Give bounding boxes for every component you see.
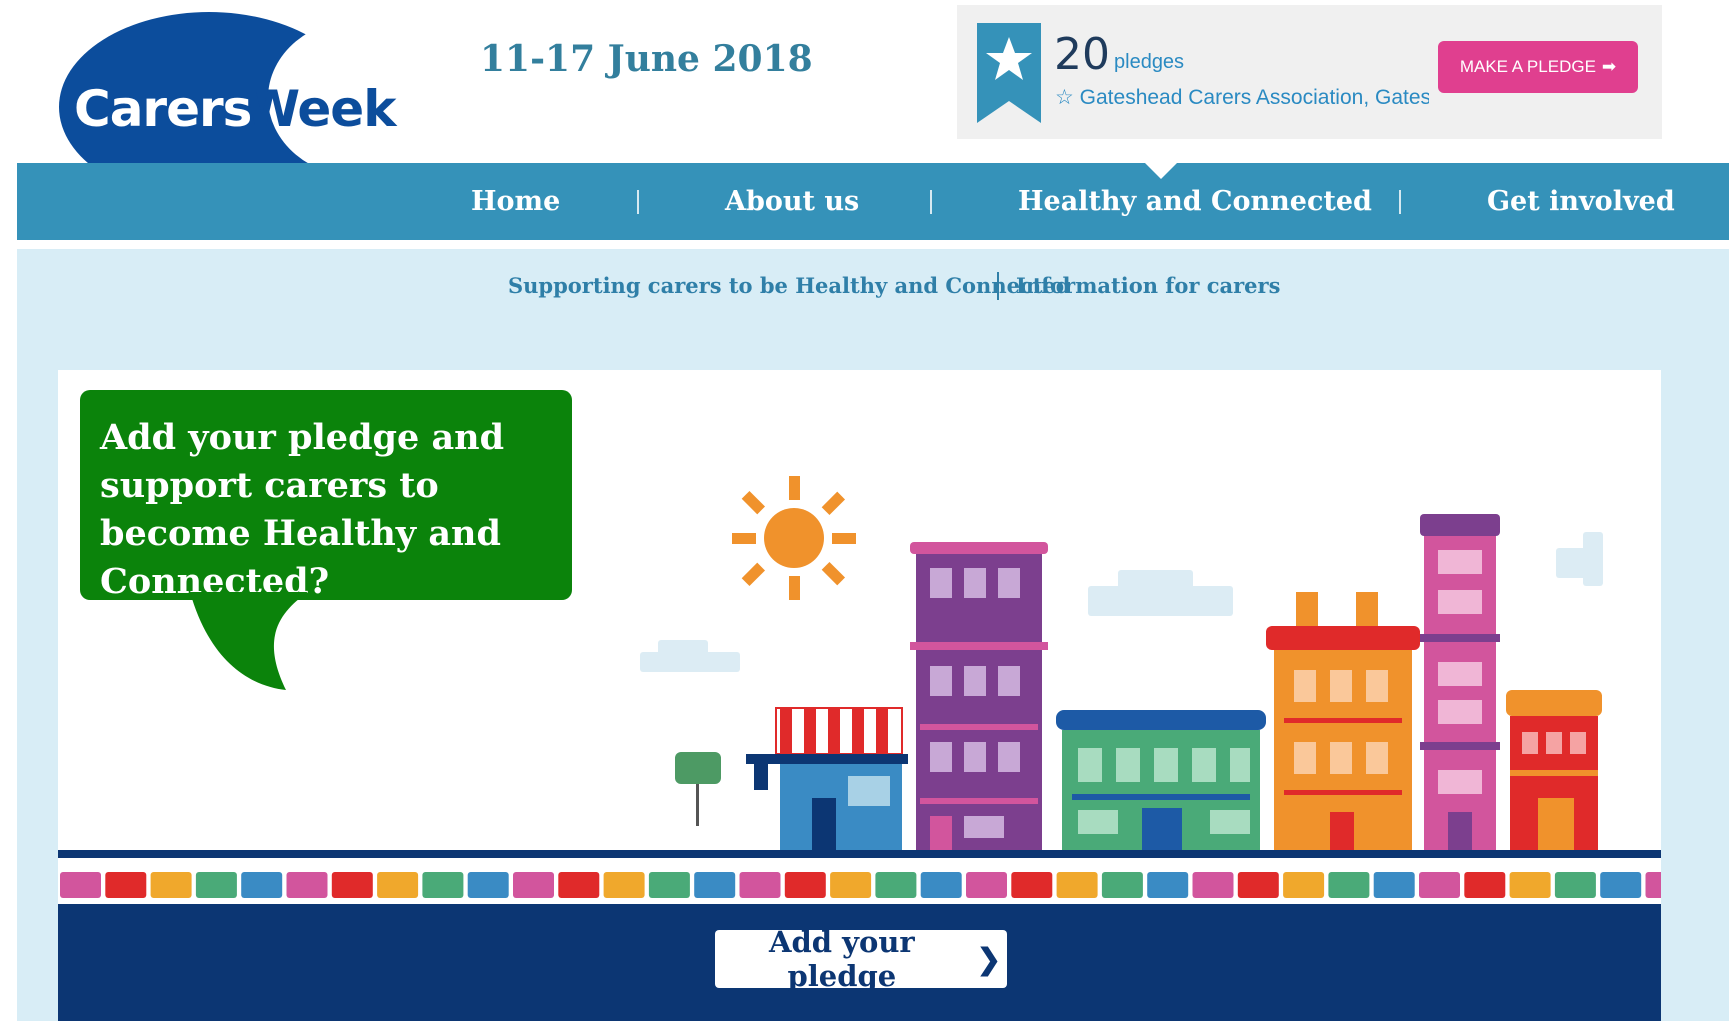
stripe-block	[875, 872, 917, 898]
speech-bubble-tail	[190, 592, 308, 690]
stripe-block	[694, 872, 736, 898]
pledge-banner: Add your pledge and support carers to be…	[58, 370, 1661, 1021]
stripe-block	[1600, 872, 1642, 898]
stripe-block	[830, 872, 872, 898]
red-building	[1506, 690, 1602, 850]
nav-divider	[1399, 190, 1401, 214]
stripe-block	[1554, 872, 1596, 898]
stripe-block	[920, 872, 962, 898]
stripe-block	[1147, 872, 1189, 898]
speech-bubble-text: Add your pledge and support carers to be…	[100, 417, 505, 602]
nav-item-about-us[interactable]: About us	[725, 163, 859, 240]
stripe-block	[60, 872, 101, 898]
stripe-block	[739, 872, 781, 898]
chevron-right-icon: ❯	[976, 942, 1001, 976]
stripe-block	[1419, 872, 1460, 898]
make-a-pledge-button[interactable]: MAKE A PLEDGE ➡	[1438, 41, 1638, 93]
stripe-block	[513, 872, 554, 898]
stripe-block	[1464, 872, 1506, 898]
logo-word-carers: Carers	[74, 80, 252, 138]
ground-line	[58, 850, 1661, 858]
stripe-block	[286, 872, 328, 898]
arrow-right-icon: ➡	[1601, 57, 1617, 76]
ribbon-star-icon	[977, 23, 1041, 123]
stripe-block	[377, 872, 419, 898]
stripe-block	[1192, 872, 1234, 898]
pledge-counter-panel: 20 pledges ☆ Gateshead Carers Associatio…	[957, 5, 1662, 139]
purple-tower-building	[910, 542, 1048, 850]
stripe-block	[1283, 872, 1325, 898]
orange-building	[1266, 592, 1420, 850]
stripe-block	[1237, 872, 1279, 898]
sub-navigation: Supporting carers to be Healthy and Conn…	[17, 249, 1729, 327]
subnav-divider	[997, 272, 999, 300]
stripe-block	[241, 872, 283, 898]
pink-tower-building	[1420, 514, 1500, 850]
sun-icon	[732, 476, 856, 600]
stripe-block	[331, 872, 373, 898]
stripe-block	[1056, 872, 1098, 898]
stripe-block	[105, 872, 147, 898]
tree-icon	[675, 752, 721, 826]
add-your-pledge-button[interactable]: Add your pledge ❯	[715, 925, 1007, 993]
stripe-block	[1101, 872, 1143, 898]
stripe-block	[1373, 872, 1415, 898]
stripe-block	[150, 872, 192, 898]
make-a-pledge-label: MAKE A PLEDGE	[1459, 57, 1596, 76]
nav-divider	[930, 190, 932, 214]
nav-divider	[637, 190, 639, 214]
add-your-pledge-label: Add your pledge	[768, 925, 915, 993]
subnav-item-information-for-carers[interactable]: Information for carers	[1016, 273, 1280, 298]
main-navigation: Home About us Healthy and Connected Get …	[17, 163, 1729, 240]
stripe-block	[1011, 872, 1053, 898]
logo-word-week: Week	[245, 80, 396, 138]
stripe-block	[422, 872, 464, 898]
pledge-count-label: pledges	[1114, 51, 1185, 73]
stripe-block	[467, 872, 509, 898]
pledge-count: 20	[1054, 29, 1110, 80]
event-date: 11-17 June 2018	[480, 38, 813, 80]
stripe-block	[784, 872, 826, 898]
active-nav-pointer	[1145, 163, 1177, 179]
stripe-block	[558, 872, 600, 898]
nav-item-get-involved[interactable]: Get involved	[1487, 163, 1675, 240]
stripe-block	[1328, 872, 1370, 898]
shop-building	[746, 707, 908, 850]
stripe-block	[195, 872, 237, 898]
stripe-block	[648, 872, 690, 898]
latest-pledge-ticker[interactable]: ☆ Gateshead Carers Association, Gateshea…	[1055, 85, 1429, 110]
stripe-block	[603, 872, 645, 898]
stripe-block	[1509, 872, 1551, 898]
nav-item-healthy-and-connected[interactable]: Healthy and Connected	[1018, 163, 1372, 240]
stripe-block	[966, 872, 1007, 898]
subnav-item-supporting-carers[interactable]: Supporting carers to be Healthy and Conn…	[508, 273, 1071, 298]
speech-bubble: Add your pledge and support carers to be…	[80, 390, 572, 602]
nav-item-home[interactable]: Home	[471, 163, 560, 240]
colour-stripe	[58, 858, 1661, 910]
stripe-block	[1645, 872, 1661, 898]
green-building	[1056, 710, 1266, 850]
